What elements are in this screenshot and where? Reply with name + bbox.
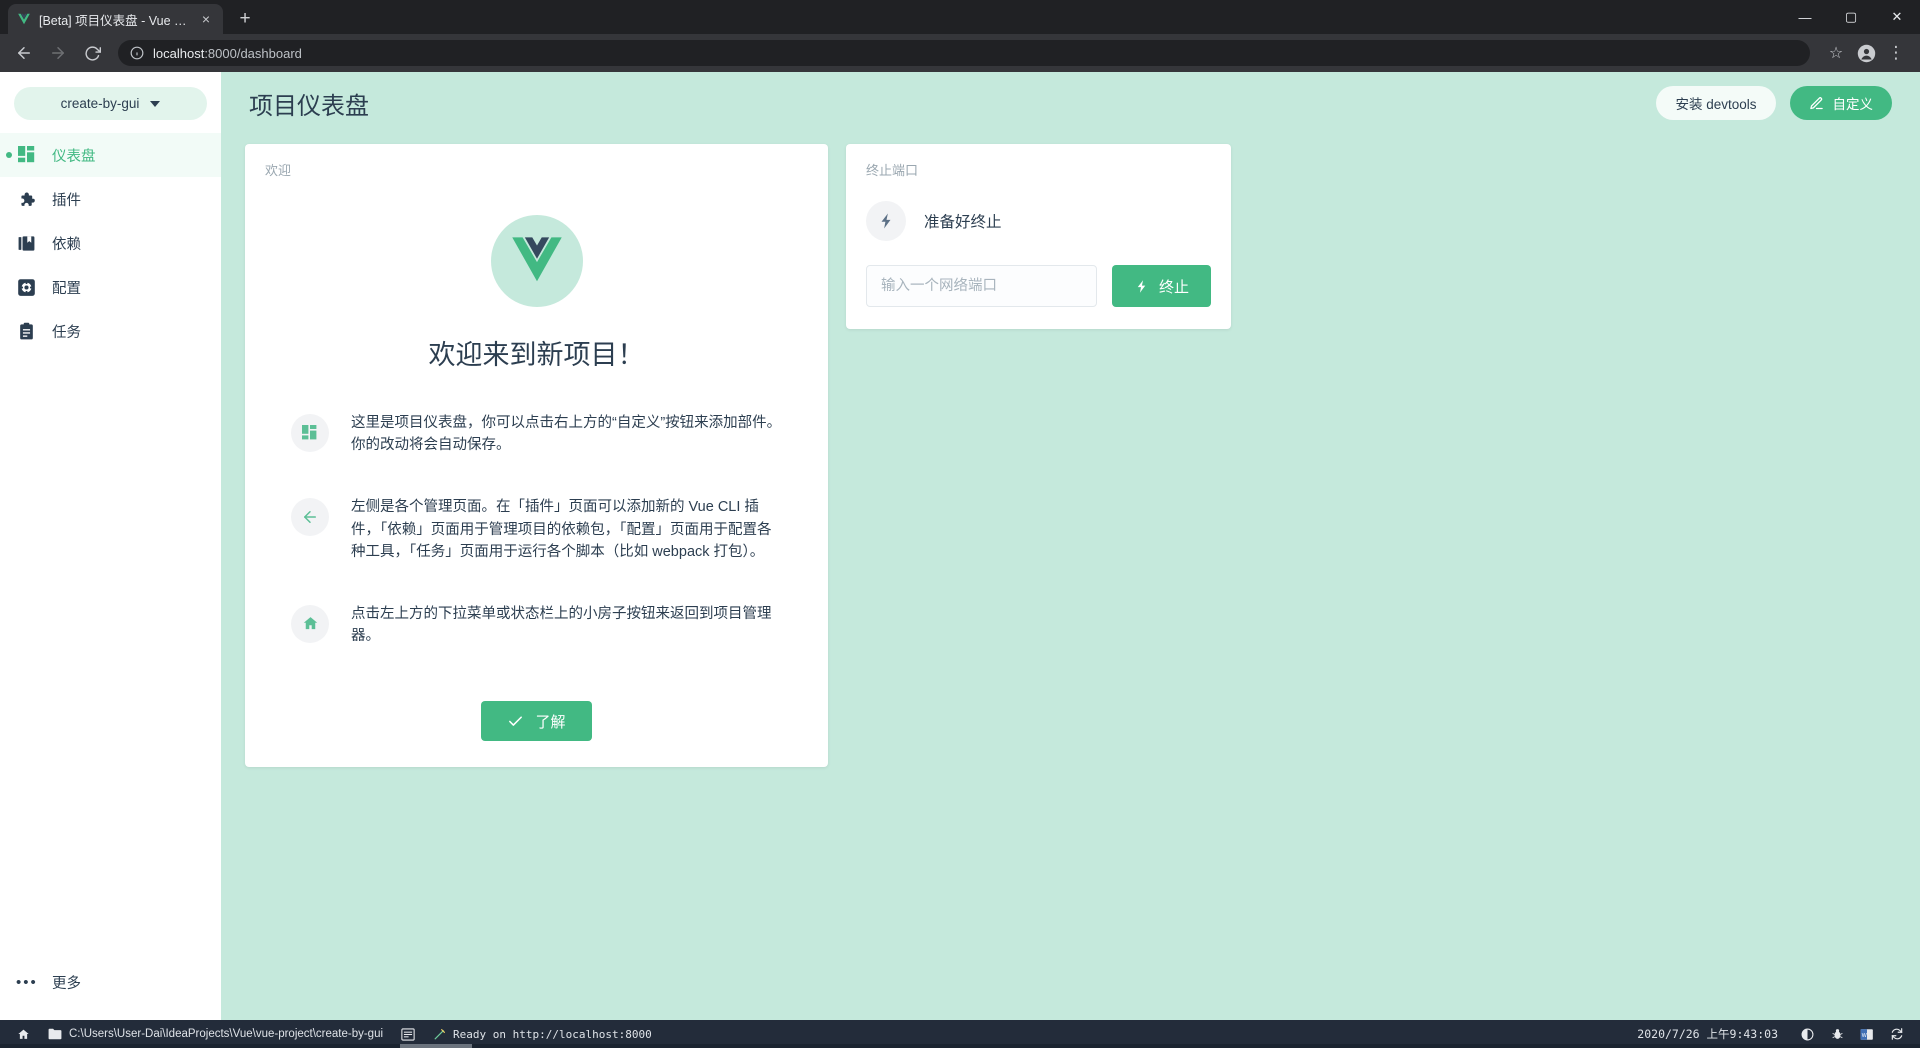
- install-devtools-button[interactable]: 安装 devtools: [1656, 86, 1776, 120]
- bookmark-star-icon[interactable]: ☆: [1822, 39, 1850, 67]
- lightning-icon: [866, 201, 906, 241]
- welcome-info-row: 这里是项目仪表盘，你可以点击右上方的“自定义”按钮来添加部件。你的改动将会自动保…: [291, 412, 782, 456]
- customize-label: 自定义: [1832, 97, 1874, 112]
- page-viewport: create-by-gui 仪表盘 插件 依赖 配置 任务 ••• 更多 项目仪…: [0, 72, 1920, 1020]
- browser-menu-icon[interactable]: ⋮: [1882, 39, 1910, 67]
- reload-icon[interactable]: [78, 39, 106, 67]
- acknowledge-label: 了解: [535, 713, 566, 731]
- close-icon[interactable]: ×: [197, 10, 215, 28]
- welcome-info-list: 这里是项目仪表盘，你可以点击右上方的“自定义”按钮来添加部件。你的改动将会自动保…: [245, 412, 828, 647]
- vue-logo-icon: [490, 215, 583, 307]
- folder-icon: [48, 1028, 62, 1040]
- status-ready-text: Ready on http://localhost:8000: [453, 1027, 652, 1041]
- project-selector-wrap: create-by-gui: [0, 72, 221, 133]
- vue-logo-icon: [16, 11, 32, 27]
- sidebar-more-label: 更多: [52, 975, 81, 992]
- dashboard-icon: [291, 414, 329, 452]
- pencil-icon: [1809, 96, 1824, 111]
- profile-icon[interactable]: [1852, 39, 1880, 67]
- port-input[interactable]: [866, 265, 1097, 307]
- gear-icon: [16, 277, 37, 298]
- welcome-info-text: 这里是项目仪表盘，你可以点击右上方的“自定义”按钮来添加部件。你的改动将会自动保…: [351, 415, 782, 454]
- welcome-card-actions: 了解: [245, 701, 828, 742]
- taskbar-strip: [0, 1044, 1920, 1048]
- project-selector-label: create-by-gui: [60, 96, 140, 111]
- sidebar-item-label: 依赖: [52, 236, 81, 253]
- new-tab-button[interactable]: +: [231, 5, 259, 33]
- ellipsis-icon: •••: [16, 973, 38, 991]
- back-icon[interactable]: [10, 39, 38, 67]
- sidebar-nav: 仪表盘 插件 依赖 配置 任务: [0, 133, 221, 353]
- puzzle-icon: [16, 189, 37, 210]
- project-selector[interactable]: create-by-gui: [14, 87, 207, 120]
- customize-button[interactable]: 自定义: [1789, 86, 1892, 120]
- kill-port-card-title: 终止端口: [866, 163, 919, 178]
- page-title: 项目仪表盘: [249, 92, 369, 120]
- welcome-heading: 欢迎来到新项目！: [428, 340, 645, 370]
- chevron-down-icon: [150, 100, 161, 107]
- browser-tab[interactable]: [Beta] 项目仪表盘 - Vue CLI ×: [8, 4, 223, 34]
- welcome-card: 欢迎 欢迎来到新项目！ 这里是项目仪表盘，你可以点击右上方的“自定义”按钮来添加…: [245, 144, 828, 768]
- toolbar-right: ☆ ⋮: [1822, 39, 1910, 67]
- window-controls: — ▢ ✕: [1782, 0, 1920, 34]
- kill-port-status-text: 准备好终止: [924, 214, 1002, 231]
- acknowledge-button[interactable]: 了解: [481, 701, 592, 742]
- sidebar-item-dependencies[interactable]: 依赖: [0, 221, 221, 265]
- sidebar-item-more[interactable]: ••• 更多: [0, 960, 221, 1004]
- sidebar-item-label: 配置: [52, 280, 81, 297]
- check-icon: [507, 713, 524, 730]
- kill-port-status: 准备好终止: [846, 179, 1231, 241]
- page-header: 项目仪表盘 安装 devtools 自定义: [221, 72, 1920, 134]
- status-project-path-text: C:\Users\User-Dai\IdeaProjects\Vue\vue-p…: [69, 1028, 384, 1040]
- home-icon: [17, 1028, 30, 1041]
- minimize-button[interactable]: —: [1782, 0, 1828, 34]
- tab-title: [Beta] 项目仪表盘 - Vue CLI: [39, 13, 190, 28]
- maximize-button[interactable]: ▢: [1828, 0, 1874, 34]
- main-area: 项目仪表盘 安装 devtools 自定义 欢迎 欢迎来到新项目！ 这里是项目仪…: [221, 72, 1920, 1020]
- welcome-info-text: 点击左上方的下拉菜单或状态栏上的小房子按钮来返回到项目管理器。: [351, 605, 772, 645]
- sidebar-item-label: 插件: [52, 192, 81, 209]
- address-bar[interactable]: localhost:8000/dashboard: [118, 40, 1810, 66]
- browser-window: [Beta] 项目仪表盘 - Vue CLI × + — ▢ ✕ localho…: [0, 0, 1920, 1048]
- site-info-icon[interactable]: [130, 46, 144, 60]
- kill-port-button[interactable]: 终止: [1111, 265, 1211, 307]
- forward-icon[interactable]: [44, 39, 72, 67]
- terminal-icon: [401, 1027, 415, 1041]
- url-path: :8000/dashboard: [204, 45, 302, 61]
- close-window-button[interactable]: ✕: [1874, 0, 1920, 34]
- pen-icon: [433, 1028, 446, 1041]
- welcome-info-row: 点击左上方的下拉菜单或状态栏上的小房子按钮来返回到项目管理器。: [291, 603, 782, 647]
- sidebar-item-plugins[interactable]: 插件: [0, 177, 221, 221]
- header-actions: 安装 devtools 自定义: [1656, 86, 1892, 120]
- status-clock: 2020/7/26 上午9:43:03: [1637, 1027, 1778, 1041]
- books-icon: [16, 233, 37, 254]
- kill-port-label: 终止: [1158, 278, 1189, 296]
- tab-strip: [Beta] 项目仪表盘 - Vue CLI × + — ▢ ✕: [0, 0, 1920, 34]
- kill-port-card: 终止端口 准备好终止 终止: [846, 144, 1231, 329]
- welcome-info-text: 左侧是各个管理页面。在「插件」页面可以添加新的 Vue CLI 插件，「依赖」页…: [351, 499, 772, 560]
- welcome-info-row: 左侧是各个管理页面。在「插件」页面可以添加新的 Vue CLI 插件，「依赖」页…: [291, 496, 782, 563]
- dashboard-content: 欢迎 欢迎来到新项目！ 这里是项目仪表盘，你可以点击右上方的“自定义”按钮来添加…: [221, 134, 1920, 1020]
- sidebar: create-by-gui 仪表盘 插件 依赖 配置 任务 ••• 更多: [0, 72, 221, 1020]
- url-host: localhost: [153, 45, 205, 61]
- arrow-left-icon: [291, 498, 329, 537]
- clipboard-icon: [16, 321, 37, 342]
- lightning-icon: [1134, 277, 1149, 296]
- sidebar-item-label: 任务: [52, 324, 81, 341]
- browser-toolbar: localhost:8000/dashboard ☆ ⋮: [0, 34, 1920, 72]
- taskbar-active-indicator: [400, 1044, 472, 1048]
- status-bar: C:\Users\User-Dai\IdeaProjects\Vue\vue-p…: [0, 1020, 1920, 1048]
- home-icon: [291, 604, 329, 643]
- sidebar-item-label: 仪表盘: [52, 148, 96, 165]
- dashboard-icon: [16, 145, 37, 166]
- svg-text:W: W: [1862, 1032, 1867, 1038]
- sidebar-item-configuration[interactable]: 配置: [0, 265, 221, 309]
- welcome-card-title: 欢迎: [265, 163, 292, 178]
- sidebar-item-dashboard[interactable]: 仪表盘: [0, 133, 221, 177]
- url-text: localhost:8000/dashboard: [153, 46, 302, 61]
- kill-port-form: 终止: [846, 241, 1231, 307]
- sidebar-item-tasks[interactable]: 任务: [0, 309, 221, 353]
